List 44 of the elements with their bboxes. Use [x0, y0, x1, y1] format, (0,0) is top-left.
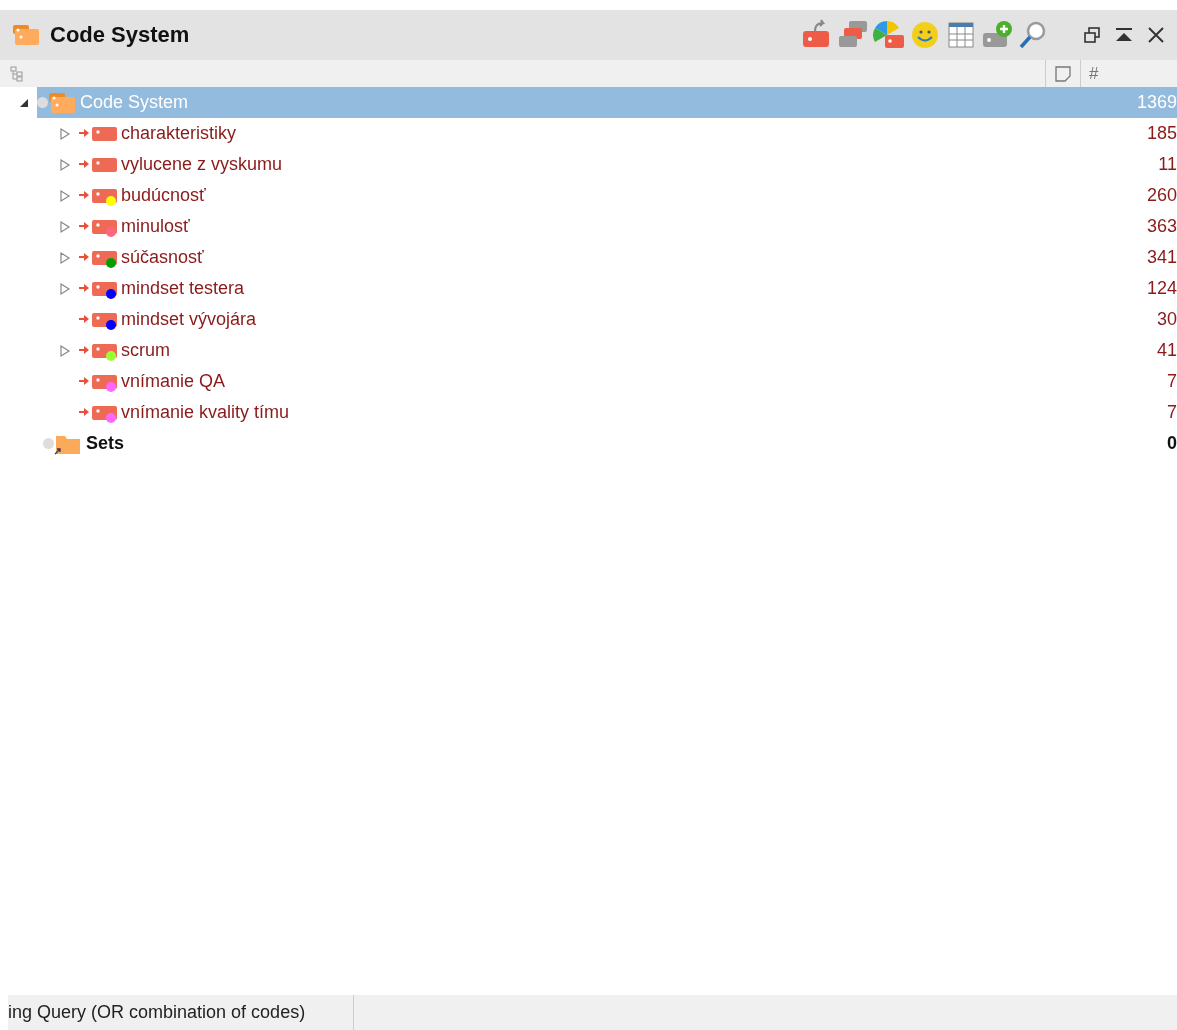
- memo-icon[interactable]: [1054, 64, 1072, 83]
- expand-icon[interactable]: [59, 281, 71, 296]
- tree-item[interactable]: scrum 41: [0, 335, 1177, 366]
- status-circle-icon: [37, 97, 48, 108]
- tree-item[interactable]: mindset vývojára 30: [0, 304, 1177, 335]
- expand-icon[interactable]: [59, 343, 71, 358]
- count-text: 260: [1146, 185, 1177, 206]
- count-text: 11: [1158, 154, 1177, 175]
- tree-item[interactable]: vnímanie kvality tímu 7: [0, 397, 1177, 428]
- code-system-icon: [12, 23, 40, 47]
- expand-icon[interactable]: [59, 188, 71, 203]
- count-text: 7: [1167, 371, 1177, 392]
- count-text: 41: [1156, 340, 1177, 361]
- close-icon[interactable]: [1147, 26, 1165, 44]
- expand-icon[interactable]: [59, 126, 71, 141]
- table-icon[interactable]: [945, 19, 977, 51]
- color-wheel-tag-icon[interactable]: [873, 19, 905, 51]
- expand-icon[interactable]: [59, 219, 71, 234]
- tree-item[interactable]: charakteristiky 185: [0, 118, 1177, 149]
- hierarchy-icon[interactable]: [10, 65, 24, 82]
- count-text: 0: [1167, 433, 1177, 454]
- count-text: 30: [1156, 309, 1177, 330]
- count-text: 341: [1146, 247, 1177, 268]
- undock-icon[interactable]: [1083, 26, 1101, 44]
- count-text: 7: [1167, 402, 1177, 423]
- maximize-icon[interactable]: [1114, 27, 1134, 43]
- tree-item[interactable]: mindset testera 124: [0, 273, 1177, 304]
- code-system-icon: [48, 90, 76, 115]
- count-text: 363: [1146, 216, 1177, 237]
- tree-item[interactable]: Sets 0: [0, 428, 1177, 459]
- status-text: ing Query (OR combination of codes): [8, 995, 354, 1030]
- window-title: Code System: [50, 22, 191, 48]
- expand-icon[interactable]: [59, 157, 71, 172]
- count-text: 185: [1146, 123, 1177, 144]
- expand-icon[interactable]: [59, 250, 71, 265]
- count-text: 124: [1146, 278, 1177, 299]
- count-text: 1369: [1136, 92, 1177, 113]
- status-circle-icon: [43, 438, 54, 449]
- tree-item[interactable]: budúcnosť 260: [0, 180, 1177, 211]
- smiley-icon[interactable]: [909, 19, 941, 51]
- tree-item[interactable]: vnímanie QA 7: [0, 366, 1177, 397]
- tree-item[interactable]: vylucene z vyskumu 11: [0, 149, 1177, 180]
- tree-item[interactable]: minulosť 363: [0, 211, 1177, 242]
- tree-item[interactable]: súčasnosť 341: [0, 242, 1177, 273]
